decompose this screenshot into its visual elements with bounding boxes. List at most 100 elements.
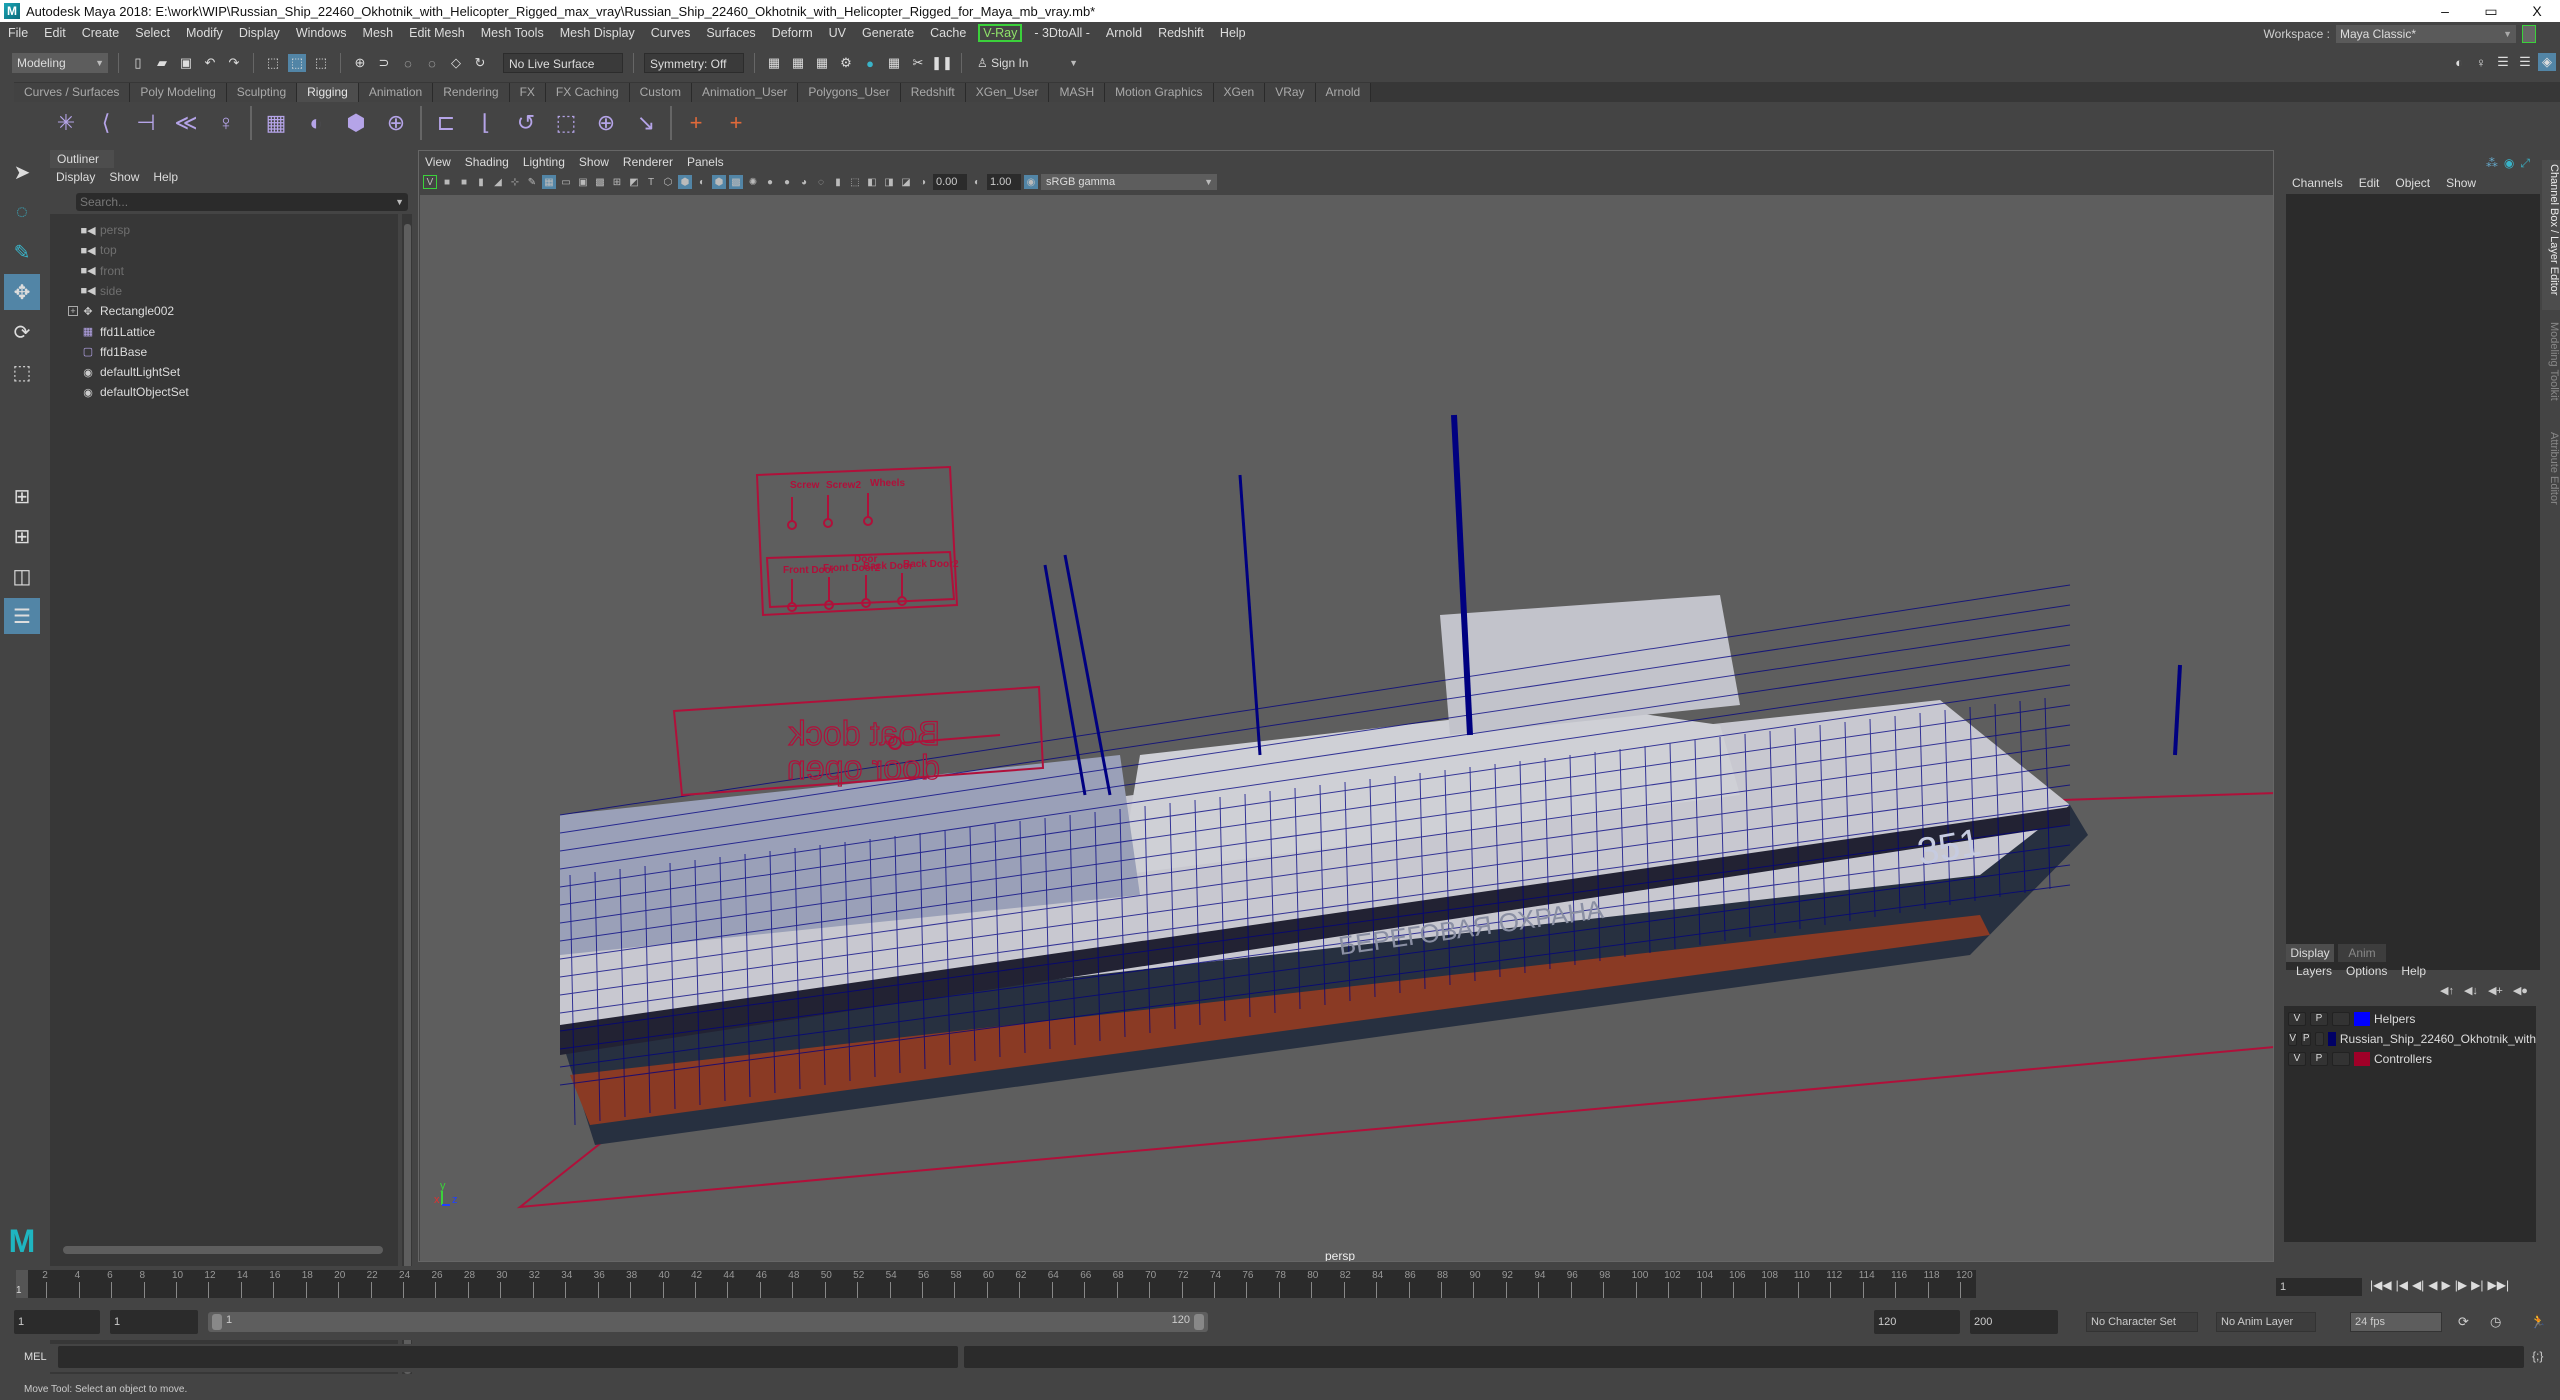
outliner-item[interactable]: ▢ ffd1Base — [50, 342, 390, 362]
lasso-tool-icon[interactable]: ◌ — [4, 194, 40, 230]
menu-display[interactable]: Display — [231, 26, 288, 40]
hypershade-icon[interactable]: ● — [861, 54, 879, 72]
outliner-item[interactable]: ▦ ffd1Lattice — [50, 322, 390, 342]
step-forward-frame-icon[interactable]: |▶ — [2455, 1278, 2467, 1292]
snap-curve-icon[interactable]: ⊃ — [375, 54, 393, 72]
menu-mesh-display[interactable]: Mesh Display — [552, 26, 643, 40]
layer-visibility-toggle[interactable]: V — [2288, 1012, 2306, 1026]
move-layer-up-icon[interactable]: ◀↑ — [2440, 984, 2454, 997]
layer-playback-toggle[interactable]: P — [2301, 1032, 2311, 1046]
shadows-icon[interactable]: ● — [763, 175, 777, 189]
use-lights-icon[interactable]: ✺ — [746, 175, 760, 189]
tool-settings-toggle-icon[interactable]: ☰ — [2516, 53, 2534, 71]
layer-color-swatch[interactable] — [2354, 1052, 2370, 1066]
xray-components-icon[interactable]: ◪ — [899, 175, 913, 189]
select-object-icon[interactable]: ⬚ — [288, 54, 306, 72]
menu-generate[interactable]: Generate — [854, 26, 922, 40]
script-language-label[interactable]: MEL — [24, 1351, 47, 1363]
snap-point-icon[interactable]: ◌ — [399, 54, 417, 72]
auto-key-icon[interactable]: ◷ — [2490, 1314, 2501, 1330]
tab-channel-box-layer-editor[interactable]: Channel Box / Layer Editor — [2542, 160, 2560, 310]
workspace-dropdown[interactable]: Maya Classic* — [2336, 25, 2516, 43]
playback-start-field[interactable]: 1 — [110, 1310, 198, 1334]
menu-select[interactable]: Select — [127, 26, 178, 40]
xray-joints-icon[interactable]: ◨ — [882, 175, 896, 189]
maximize-button[interactable]: ▭ — [2468, 0, 2514, 22]
layer-visibility-toggle[interactable]: V — [2288, 1052, 2306, 1066]
four-view-layout-icon[interactable]: ⊞ — [4, 518, 40, 554]
color-management-icon[interactable]: ◉ — [1024, 175, 1038, 189]
current-frame-marker[interactable]: 1 — [16, 1270, 28, 1298]
layer-color-swatch[interactable] — [2354, 1012, 2370, 1026]
layer-menu-options[interactable]: Options — [2346, 964, 2387, 978]
tab-attribute-editor[interactable]: Attribute Editor — [2542, 428, 2560, 528]
range-slider[interactable]: 1 120 — [208, 1312, 1208, 1332]
viewport-menu-show[interactable]: Show — [579, 155, 609, 169]
shelf-tab-animation[interactable]: Animation — [358, 83, 434, 102]
layer-color-swatch[interactable] — [2328, 1032, 2336, 1046]
animation-start-field[interactable]: 1 — [14, 1310, 100, 1334]
two-view-layout-icon[interactable]: ◫ — [4, 558, 40, 594]
safe-title-icon[interactable]: T — [644, 175, 658, 189]
orient-constraint-icon[interactable]: ↺ — [510, 107, 542, 139]
shelf-tab-curves-surfaces[interactable]: Curves / Surfaces — [14, 83, 131, 102]
camera-lock-icon[interactable]: ■ — [457, 175, 471, 189]
sign-in-button[interactable]: ♙ Sign In ▼ — [972, 53, 1082, 73]
viewport-menu-shading[interactable]: Shading — [465, 155, 509, 169]
bind-skin-icon[interactable]: ≪ — [170, 107, 202, 139]
gate-mask-icon[interactable]: ▩ — [593, 175, 607, 189]
layer-row[interactable]: V P Helpers — [2288, 1010, 2536, 1028]
viewport-menu-view[interactable]: View — [425, 155, 451, 169]
menu-modify[interactable]: Modify — [178, 26, 231, 40]
shelf-tab-animation-user[interactable]: Animation_User — [691, 83, 799, 102]
new-scene-icon[interactable]: ▯ — [129, 54, 147, 72]
go-to-start-icon[interactable]: |◀◀ — [2370, 1278, 2392, 1292]
anim-layer-dropdown[interactable]: No Anim Layer — [2216, 1312, 2316, 1332]
ik-handle-icon[interactable]: ⟨ — [90, 107, 122, 139]
close-button[interactable]: X — [2514, 0, 2560, 22]
minimize-button[interactable]: – — [2422, 0, 2468, 22]
layer-playback-toggle[interactable]: P — [2310, 1012, 2328, 1026]
character-set-dropdown[interactable]: No Character Set — [2086, 1312, 2198, 1332]
move-layer-down-icon[interactable]: ◀↓ — [2464, 984, 2478, 997]
resolution-gate-icon[interactable]: ▣ — [576, 175, 590, 189]
shelf-tab-fx-caching[interactable]: FX Caching — [545, 83, 630, 102]
tab-display-layers[interactable]: Display — [2286, 944, 2334, 962]
anti-aliasing-icon[interactable]: ◌ — [814, 175, 828, 189]
shelf-tab-poly-modeling[interactable]: Poly Modeling — [130, 83, 227, 102]
parent-constraint-icon[interactable]: ⊏ — [430, 107, 462, 139]
smooth-shade-icon[interactable]: ⬢ — [678, 175, 692, 189]
vray-viewport-icon[interactable]: V — [423, 175, 437, 189]
film-gate-icon[interactable]: ▭ — [559, 175, 573, 189]
speed-icon[interactable]: ◉ — [2504, 156, 2514, 171]
play-forward-icon[interactable]: ▶ — [2442, 1278, 2451, 1292]
lock-icon[interactable] — [2522, 25, 2536, 43]
grease-pencil-icon[interactable]: ✎ — [525, 175, 539, 189]
range-end-handle[interactable] — [1194, 1314, 1204, 1330]
menu-create[interactable]: Create — [74, 26, 128, 40]
menu-surfaces[interactable]: Surfaces — [698, 26, 763, 40]
snap-live-icon[interactable]: ↻ — [471, 54, 489, 72]
motion-blur-icon[interactable]: ◕ — [797, 175, 811, 189]
outliner-menu-display[interactable]: Display — [56, 170, 95, 184]
expand-icon[interactable]: + — [68, 306, 78, 317]
outliner-vertical-scrollbar[interactable] — [402, 214, 412, 1384]
menu-cache[interactable]: Cache — [922, 26, 974, 40]
animation-end-field[interactable]: 200 — [1970, 1310, 2058, 1334]
step-forward-key-icon[interactable]: ▶| — [2471, 1278, 2483, 1292]
command-input[interactable] — [58, 1346, 958, 1368]
shelf-tab-motion-graphics[interactable]: Motion Graphics — [1105, 83, 1214, 102]
outliner-search-input[interactable]: Search... — [76, 193, 408, 211]
menu-help[interactable]: Help — [1212, 26, 1254, 40]
soft-mod-icon[interactable]: ⊕ — [380, 107, 412, 139]
wireframe-icon[interactable]: ⬡ — [661, 175, 675, 189]
snap-grid-icon[interactable]: ⊕ — [351, 54, 369, 72]
menu-mesh[interactable]: Mesh — [355, 26, 402, 40]
render-current-icon[interactable]: ▦ — [765, 54, 783, 72]
snap-view-icon[interactable]: ◌ — [423, 54, 441, 72]
layer-menu-layers[interactable]: Layers — [2296, 964, 2332, 978]
shelf-tab-arnold[interactable]: Arnold — [1315, 83, 1372, 102]
layer-type-toggle[interactable] — [2332, 1012, 2350, 1026]
step-back-key-icon[interactable]: |◀ — [2396, 1278, 2408, 1292]
grid-icon[interactable]: ▦ — [542, 175, 556, 189]
